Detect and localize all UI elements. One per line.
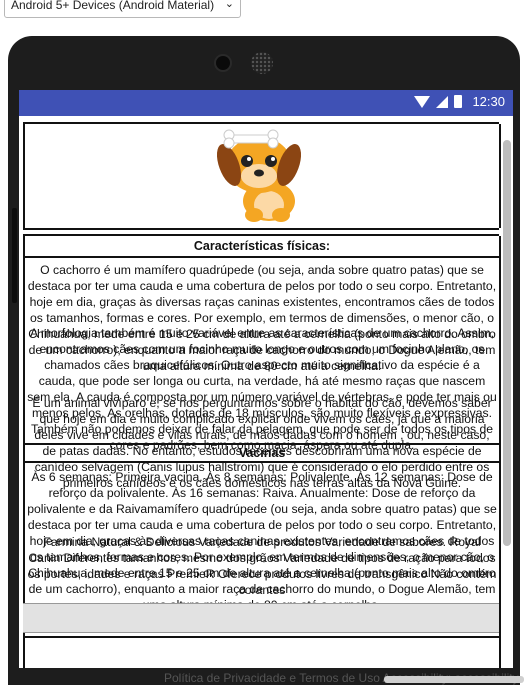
- vertical-scrollbar[interactable]: [503, 140, 511, 546]
- phone-screen: 12:30 Características físicas: O cachorr…: [19, 90, 513, 668]
- empty-gray-bar: [23, 603, 499, 633]
- camera-icon: [216, 56, 230, 70]
- device-select-value: Android 5+ Devices (Android Material): [11, 0, 215, 12]
- caracteristicas-heading: Características físicas:: [193, 239, 331, 253]
- app-content[interactable]: Características físicas: O cachorro é um…: [19, 116, 501, 668]
- status-bar: 12:30: [19, 90, 513, 116]
- phone-side-button: [12, 208, 17, 303]
- vacinas-heading: Vacinas: [238, 446, 286, 460]
- racao-text: Farmina Natural & Delicious Variedade de…: [27, 535, 497, 597]
- chevron-down-icon: ⌄: [224, 0, 234, 10]
- horizontal-scrollbar[interactable]: [384, 676, 524, 683]
- signal-icon: [436, 95, 449, 108]
- wifi-icon: [414, 95, 431, 108]
- dog-image: [216, 129, 302, 222]
- status-time: 12:30: [472, 94, 505, 109]
- device-select[interactable]: Android 5+ Devices (Android Material) ⌄: [4, 0, 241, 18]
- battery-icon: [454, 95, 463, 108]
- speaker-grille: [251, 52, 273, 74]
